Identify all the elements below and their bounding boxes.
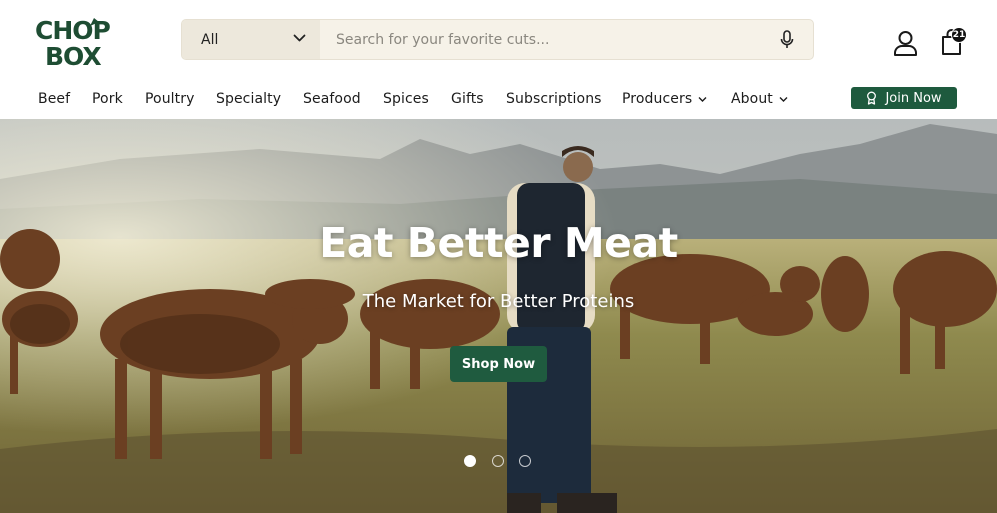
nav-item-gifts[interactable]: Gifts [451, 86, 484, 112]
carousel-dot-2[interactable] [492, 455, 504, 467]
nav-item-label: Gifts [451, 91, 484, 107]
search-bar: All [181, 19, 814, 60]
nav-item-label: Subscriptions [506, 91, 602, 107]
nav-item-producers[interactable]: Producers [622, 86, 707, 112]
main-nav: Beef Pork Poultry Specialty Seafood Spic… [0, 86, 997, 112]
nav-item-label: Beef [38, 91, 71, 107]
chevron-down-icon [293, 34, 306, 42]
user-icon[interactable] [893, 30, 918, 56]
hero-background-image [0, 119, 997, 513]
cart-count-badge: 21 [951, 27, 967, 43]
nav-item-label: Seafood [303, 91, 361, 107]
site-header: CHOP BOX All 21 Beef Pork Poultry Specia… [0, 0, 997, 119]
nav-item-pork[interactable]: Pork [92, 86, 123, 112]
nav-item-label: Spices [383, 91, 429, 107]
nav-item-label: Specialty [216, 91, 282, 107]
hero-title: Eat Better Meat [319, 219, 678, 267]
nav-item-label: Producers [622, 91, 693, 107]
category-select[interactable]: All [182, 20, 320, 59]
logo-text-box: BOX [45, 42, 101, 68]
hero-banner: Eat Better Meat The Market for Better Pr… [0, 119, 997, 513]
nav-item-specialty[interactable]: Specialty [216, 86, 281, 112]
nav-item-subscriptions[interactable]: Subscriptions [506, 86, 602, 112]
category-select-value: All [201, 31, 219, 48]
join-now-label: Join Now [885, 90, 942, 106]
carousel-dots [464, 455, 534, 467]
nav-item-label: Pork [92, 91, 123, 107]
nav-item-poultry[interactable]: Poultry [145, 86, 195, 112]
nav-item-label: About [731, 91, 773, 107]
carousel-dot-1[interactable] [464, 455, 476, 467]
ribbon-icon [867, 91, 877, 105]
nav-item-spices[interactable]: Spices [383, 86, 429, 112]
microphone-icon[interactable] [779, 30, 795, 50]
logo-text-chop: CHOP [35, 16, 111, 45]
chevron-down-icon [779, 96, 788, 102]
join-now-button[interactable]: Join Now [851, 87, 957, 109]
search-input[interactable] [320, 20, 770, 59]
shop-now-button[interactable]: Shop Now [450, 346, 547, 382]
nav-item-about[interactable]: About [731, 86, 788, 112]
chopbox-logo[interactable]: CHOP BOX [35, 16, 119, 68]
carousel-dot-3[interactable] [519, 455, 531, 467]
nav-item-seafood[interactable]: Seafood [303, 86, 361, 112]
nav-item-beef[interactable]: Beef [38, 86, 70, 112]
hero-subtitle: The Market for Better Proteins [362, 291, 635, 312]
nav-item-label: Poultry [145, 91, 195, 107]
chevron-down-icon [698, 96, 707, 102]
